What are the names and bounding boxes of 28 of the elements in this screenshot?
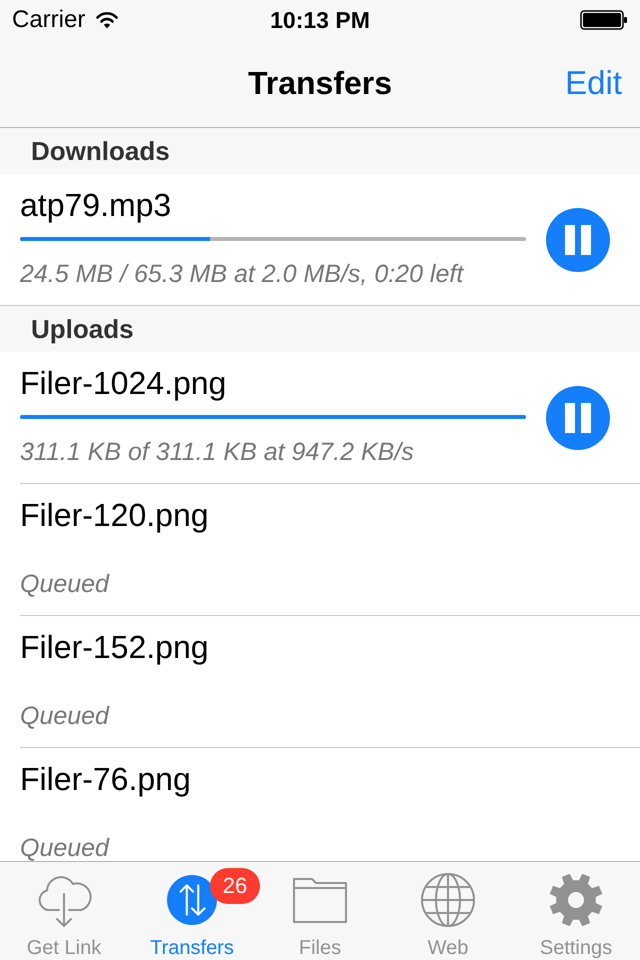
transfer-status: 24.5 MB / 65.3 MB at 2.0 MB/s, 0:20 left	[20, 259, 466, 289]
section-header: Downloads	[0, 128, 640, 174]
tab-item[interactable]: Settings	[512, 862, 640, 960]
up-down-arrows-icon	[167, 875, 217, 925]
count-badge: 26	[210, 868, 260, 904]
section-header: Uploads	[0, 306, 640, 352]
globe-icon	[420, 872, 476, 928]
tab-item[interactable]: Get Link	[0, 862, 128, 960]
pause-icon	[565, 224, 591, 254]
file-name: Filer-120.png	[20, 497, 210, 533]
transfer-status: 311.1 KB of 311.1 KB at 947.2 KB/s	[20, 437, 415, 467]
status-time: 10:13 PM	[270, 6, 370, 34]
screen-title: Transfers	[248, 64, 392, 102]
pause-icon	[565, 402, 591, 432]
transfer-status: Queued	[20, 701, 110, 731]
edit-button[interactable]: Edit	[565, 64, 622, 102]
settings-icon	[548, 872, 604, 928]
file-name: Filer-76.png	[20, 761, 192, 797]
file-name: Filer-1024.png	[20, 365, 228, 401]
tab-item[interactable]: Web	[384, 862, 512, 960]
transfer-status: Queued	[20, 833, 110, 861]
wifi-icon	[95, 11, 120, 29]
transfer-status: Queued	[20, 569, 110, 599]
carrier-name: Carrier	[12, 6, 86, 34]
battery-icon	[580, 10, 628, 30]
folder-icon	[292, 876, 348, 924]
file-name: Filer-152.png	[20, 629, 210, 665]
file-name: atp79.mp3	[20, 187, 172, 223]
